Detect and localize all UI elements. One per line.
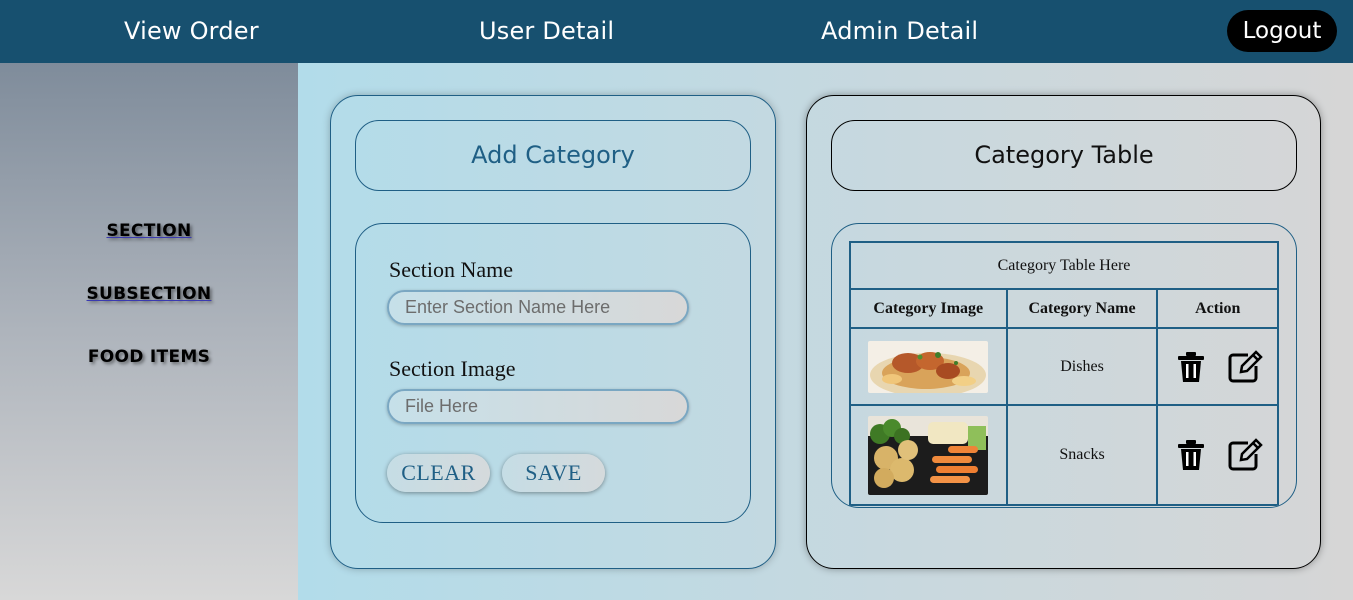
biryani-dish-photo: [868, 340, 989, 393]
edit-icon[interactable]: [1227, 438, 1264, 472]
table-caption: Category Table Here: [849, 241, 1279, 290]
clear-button[interactable]: CLEAR: [387, 454, 490, 492]
category-image-cell: [849, 327, 1008, 406]
nav-view-order[interactable]: View Order: [124, 17, 259, 45]
sidebar-item-subsection[interactable]: SUBSECTION: [0, 284, 298, 304]
section-name-label: Section Name: [389, 257, 514, 282]
column-header-image: Category Image: [849, 288, 1008, 329]
category-form: Section Name Enter Section Name Here Sec…: [355, 223, 751, 523]
action-cell: [1156, 404, 1279, 506]
column-header-name: Category Name: [1005, 288, 1159, 329]
edit-icon[interactable]: [1227, 349, 1264, 384]
category-name-cell: Snacks: [1005, 404, 1159, 506]
top-nav-bar: View Order User Detail Admin Detail Logo…: [0, 0, 1353, 63]
sidebar-item-food-items[interactable]: FOOD ITEMS: [0, 347, 298, 367]
main-content: Add Category Section Name Enter Section …: [298, 63, 1353, 600]
column-header-action: Action: [1156, 288, 1279, 329]
section-name-input[interactable]: Enter Section Name Here: [387, 290, 689, 325]
category-image-cell: [849, 404, 1008, 506]
category-table-card: Category Table Category Table Here Categ…: [806, 95, 1321, 569]
sidebar-item-section[interactable]: SECTION: [0, 221, 298, 241]
add-category-card: Add Category Section Name Enter Section …: [330, 95, 776, 569]
add-category-title: Add Category: [355, 120, 751, 191]
table-row: Snacks: [849, 404, 1279, 506]
sidebar: SECTION SUBSECTION FOOD ITEMS: [0, 63, 298, 600]
table-row: Dishes: [849, 327, 1279, 406]
category-table: Category Table Here Category Image Categ…: [849, 241, 1279, 506]
logout-button[interactable]: Logout: [1227, 10, 1337, 52]
save-button[interactable]: SAVE: [502, 454, 605, 492]
snack-platter-photo: [868, 415, 989, 495]
section-image-file-input[interactable]: File Here: [387, 389, 689, 424]
trash-icon[interactable]: [1174, 350, 1208, 384]
category-name-cell: Dishes: [1005, 327, 1159, 406]
section-image-label: Section Image: [389, 356, 516, 381]
nav-user-detail[interactable]: User Detail: [479, 17, 614, 45]
action-cell: [1156, 327, 1279, 406]
nav-admin-detail[interactable]: Admin Detail: [821, 17, 978, 45]
trash-icon[interactable]: [1174, 438, 1208, 472]
category-table-container: Category Table Here Category Image Categ…: [831, 223, 1297, 508]
category-table-title: Category Table: [831, 120, 1297, 191]
